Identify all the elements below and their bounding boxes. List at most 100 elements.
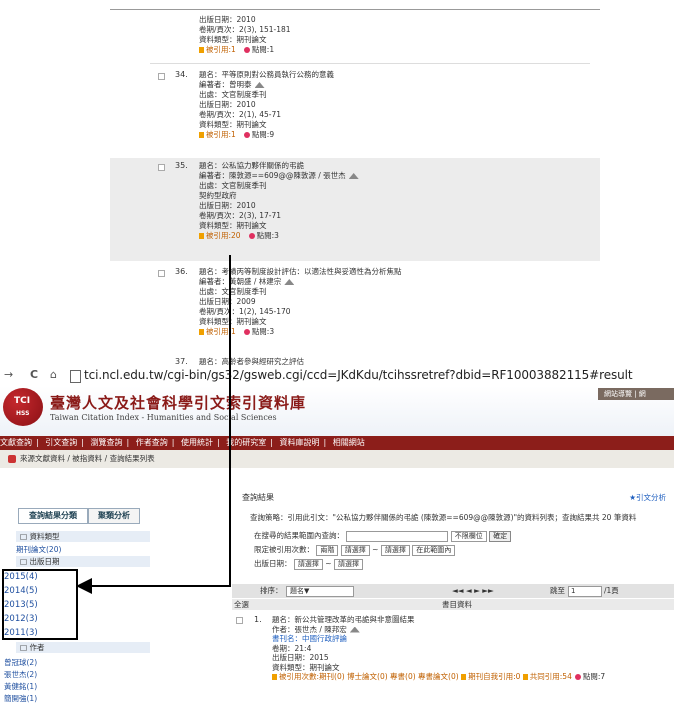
nav-separator: | [270, 438, 273, 447]
facet-head-type[interactable]: □ 資料類型 [16, 531, 150, 542]
cite-count-row: 限定被引用次數： 兩階 請選擇 ~ 請選擇 在此範圍內 [254, 544, 456, 556]
annotation-arrow-icon [76, 578, 92, 594]
record-title[interactable]: 題名：公私協力夥伴關係的弔詭 [199, 161, 359, 171]
views-icon [243, 132, 250, 138]
common-cite-icon [522, 674, 528, 680]
record-author[interactable]: 編著者：黃朝盛 / 林建宗 [199, 277, 281, 286]
browser-window: → C ⌂ tci.ncl.edu.tw/cgi-bin/gs32/gsweb.… [0, 366, 674, 704]
data-type: 資料類型：期刊論文 [199, 35, 267, 44]
range-scope-select[interactable]: 在此範圍內 [412, 544, 456, 556]
annotation-line-horizontal [90, 585, 231, 587]
breadcrumb-text[interactable]: 來源文獻資料 / 被指資料 / 查詢結果列表 [20, 454, 155, 463]
divider [110, 9, 600, 10]
confirm-button[interactable]: 確定 [489, 530, 512, 542]
site-logo[interactable]: TCI HSS [3, 388, 43, 426]
refine-label: 在搜尋的結果範圍內查詢： [254, 531, 344, 540]
record-checkbox[interactable] [236, 617, 243, 624]
record-title[interactable]: 題名：新公共管理改革的弔詭與非意圖結果 [272, 615, 605, 625]
date-row: 出版日期： 請選擇 ~ 請選擇 [254, 558, 363, 570]
page-icon [70, 370, 81, 383]
url-field[interactable]: tci.ncl.edu.tw/cgi-bin/gs32/gsweb.cgi/cc… [84, 368, 633, 382]
back-icon[interactable]: → [4, 368, 13, 381]
facet-item-author[interactable]: 簡開強(1) [4, 693, 37, 704]
select-all[interactable]: 全選 [234, 599, 249, 610]
person-icon [348, 173, 359, 179]
tab-facets[interactable]: 查詢結果分類 [18, 508, 88, 524]
range-separator: ~ [372, 545, 379, 554]
cite-icon [199, 47, 204, 53]
date-to-select[interactable]: 請選擇 [333, 558, 363, 570]
record-author[interactable]: 編著者：曾明泰 [199, 80, 252, 89]
common-cite-link[interactable]: 共同引用:54 [530, 672, 572, 681]
results-title: 查詢結果 [242, 493, 274, 502]
divider [150, 63, 590, 64]
nav-separator: | [171, 438, 175, 447]
record-type: 資料類型：期刊論文 [199, 221, 267, 230]
result-row: 1. 題名：新公共管理改革的弔詭與非意圖結果 作者：張世杰 / 陳邦宏 書刊名：… [232, 614, 674, 701]
cite-min-select[interactable]: 請選擇 [340, 544, 370, 556]
record-author[interactable]: 編著者：陳敦源==609@@陳敦源 / 張世杰 [199, 171, 346, 180]
nav-item[interactable]: 文獻查詢 [0, 438, 32, 447]
record-journal[interactable]: 書刊名：中國行政評論 [272, 634, 605, 644]
record-author[interactable]: 作者：張世杰 / 陳邦宏 [272, 625, 347, 634]
views-count: 點閱:3 [251, 327, 275, 336]
site-title: 臺灣人文及社會科學引文索引資料庫 [50, 394, 307, 412]
sort-select[interactable]: 題名▼ [286, 586, 354, 597]
record-type: 資料類型：期刊論文 [272, 662, 340, 672]
views-count: 點閱:3 [256, 231, 279, 240]
record-title[interactable]: 題名：平等原則對公務員執行公務的意義 [199, 70, 334, 80]
facet-head-author[interactable]: □ 作者 [16, 642, 150, 653]
address-bar: → C ⌂ tci.ncl.edu.tw/cgi-bin/gs32/gsweb.… [0, 366, 674, 386]
cite-count-label: 限定被引用次數： [254, 545, 314, 554]
date-from-select[interactable]: 請選擇 [293, 558, 323, 570]
sort-label: 排序： [260, 586, 283, 595]
record-checkbox[interactable] [158, 73, 165, 80]
record-checkbox[interactable] [158, 164, 165, 171]
views-icon [243, 329, 250, 335]
citation-analysis-link[interactable]: ★引文分析 [629, 492, 666, 503]
cited-link[interactable]: 被引用:20 [206, 231, 241, 240]
facet-item-author[interactable]: 張世杰(2) [4, 669, 37, 680]
goto-label: 跳至 [550, 586, 565, 595]
record-title[interactable]: 題名：高齡者參與經研究之評估 [199, 357, 304, 366]
nav-item[interactable]: 瀏覽查詢 [91, 438, 123, 447]
nav-item[interactable]: 我的研究室 [226, 438, 266, 447]
record-volume: 卷期/頁次：2(1), 45-71 [199, 110, 281, 119]
refine-input[interactable] [346, 530, 449, 542]
nav-item[interactable]: 資料庫說明 [280, 438, 320, 447]
record-source: 出處：文官制度季刊 [199, 90, 267, 99]
cite-max-select[interactable]: 請選擇 [380, 544, 410, 556]
top-links[interactable]: 網站導覽 | 網 [598, 388, 674, 400]
field-select[interactable]: 不限欄位 [450, 530, 487, 542]
facet-item-author[interactable]: 黃健銘(1) [4, 681, 37, 692]
nav-item[interactable]: 作者查詢 [136, 438, 168, 447]
col-bibliography: 書目資料 [442, 600, 472, 609]
record-volume: 卷期/頁次：2(3), 17-71 [199, 211, 281, 220]
cite-type-select[interactable]: 兩階 [316, 544, 339, 556]
nav-separator: | [126, 438, 130, 447]
views-icon [243, 47, 250, 53]
site-subtitle: Taiwan Citation Index - Humanities and S… [50, 413, 277, 422]
home-icon[interactable]: ⌂ [50, 368, 57, 381]
views-count: 點閱:7 [582, 672, 606, 681]
flower-icon [8, 455, 16, 463]
facet-head-date[interactable]: □ 出版日期 [16, 556, 150, 567]
nav-item[interactable]: 使用統計 [181, 438, 213, 447]
reload-icon[interactable]: C [30, 368, 38, 381]
nav-item[interactable]: 相關網站 [333, 438, 365, 447]
record-checkbox[interactable] [158, 270, 165, 277]
self-cite-link[interactable]: 期刊自我引用:0 [468, 672, 520, 681]
cited-link[interactable]: 被引用:1 [206, 327, 236, 336]
tab-cluster[interactable]: 聚類分析 [88, 508, 140, 524]
cited-link[interactable]: 被引用:1 [206, 45, 236, 54]
facet-item[interactable]: 期刊論文(20) [16, 544, 61, 555]
page-input[interactable]: 1 [568, 586, 602, 597]
volume-pages: 卷期/頁次：2(3), 151-181 [199, 25, 291, 34]
annotation-line-vertical [229, 255, 231, 586]
facet-item-author[interactable]: 曾冠球(2) [4, 657, 37, 668]
pager-arrows[interactable]: ◄◄ ◄ ► ►► [452, 584, 494, 598]
nav-item[interactable]: 引文查詢 [45, 438, 77, 447]
cited-stats[interactable]: 被引用次數:期刊(0) 博士論文(0) 專書(0) 專書論文(0) [279, 672, 459, 681]
views-icon [248, 233, 255, 239]
cited-link[interactable]: 被引用:1 [206, 130, 236, 139]
